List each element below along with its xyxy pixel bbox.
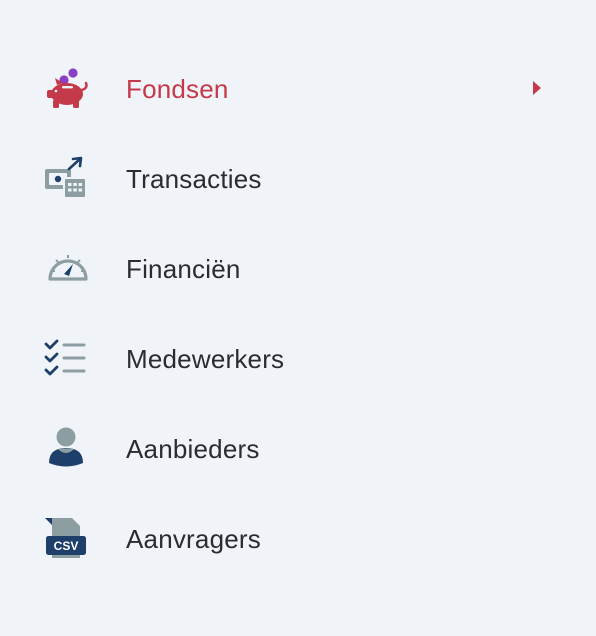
menu-item-label: Transacties (126, 164, 262, 194)
menu-item-medewerkers[interactable]: Medewerkers (0, 314, 596, 404)
menu-item-label: Aanbieders (126, 434, 260, 464)
menu-item-transacties[interactable]: Transacties (0, 134, 596, 224)
sidebar-menu: Fondsen Transacties Financiën Medewerker… (0, 44, 596, 584)
menu-item-label: Financiën (126, 254, 241, 284)
menu-item-label: Aanvragers (126, 524, 261, 554)
menu-item-fondsen[interactable]: Fondsen (0, 44, 596, 134)
menu-item-financien[interactable]: Financiën (0, 224, 596, 314)
user-icon (42, 426, 90, 470)
chevron-right-icon (533, 81, 541, 95)
csv-badge-text: CSV (54, 539, 79, 553)
checklist-icon (42, 336, 90, 380)
menu-item-label: Fondsen (126, 74, 229, 104)
speedometer-icon (42, 246, 90, 290)
csv-file-icon: CSV (42, 516, 90, 560)
piggy-bank-icon (42, 66, 90, 110)
menu-item-aanvragers[interactable]: CSV Aanvragers (0, 494, 596, 584)
transactions-icon (42, 156, 90, 200)
menu-item-label: Medewerkers (126, 344, 285, 374)
menu-item-aanbieders[interactable]: Aanbieders (0, 404, 596, 494)
